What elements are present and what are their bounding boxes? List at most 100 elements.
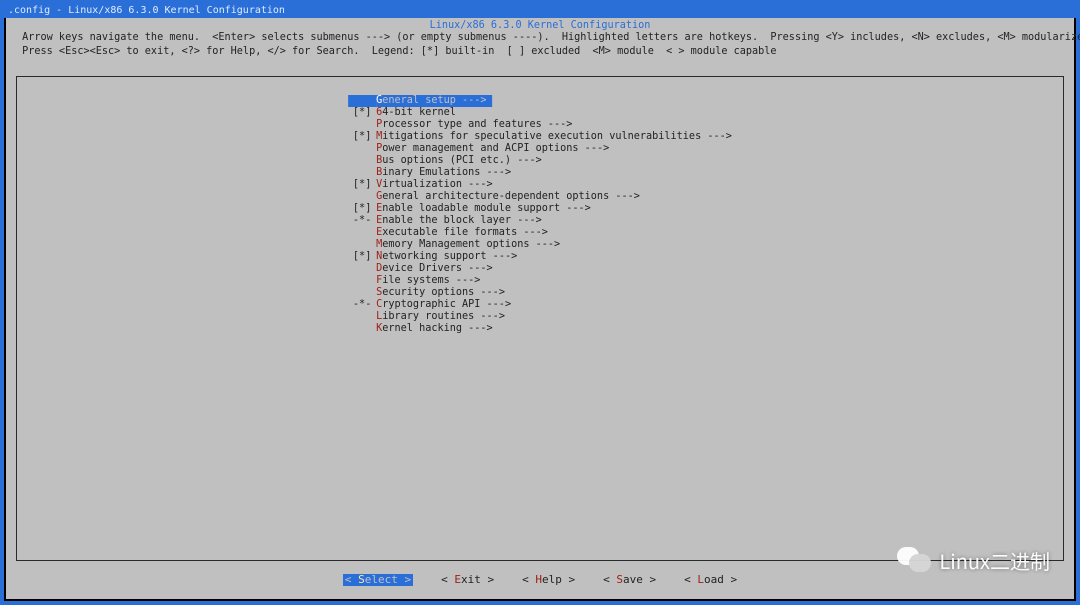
button-bar: < Select >< Exit >< Help >< Save >< Load… xyxy=(6,574,1074,587)
menu-item-15[interactable]: File systems ---> xyxy=(348,275,732,287)
menu-item-rest: ile systems xyxy=(382,275,449,286)
menu-item-label: General setup ---> xyxy=(376,95,492,107)
button-label-rest: ave xyxy=(623,573,650,586)
menu-item-label: Mitigations for speculative execution vu… xyxy=(376,131,732,143)
bracket-open-icon: < xyxy=(522,573,529,586)
window-titlebar: .config - Linux/x86 6.3.0 Kernel Configu… xyxy=(4,4,1076,18)
menu-item-16[interactable]: Security options ---> xyxy=(348,287,732,299)
menu-item-1[interactable]: [*] 64-bit kernel xyxy=(348,107,732,119)
menu-item-bracket xyxy=(348,155,376,167)
menu-item-rest: nable the block layer xyxy=(382,215,511,226)
menu-item-label: 64-bit kernel xyxy=(376,107,456,119)
menu-item-label: Binary Emulations ---> xyxy=(376,167,511,179)
menu-item-8[interactable]: General architecture-dependent options -… xyxy=(348,191,732,203)
menu-item-rest: emory Management options xyxy=(382,239,529,250)
bracket-close-icon: > xyxy=(405,573,412,586)
button-label-rest: elect xyxy=(365,573,405,586)
submenu-arrow-icon: ---> xyxy=(462,179,493,190)
bracket-open-icon: < xyxy=(345,573,352,586)
menu-item-label: Bus options (PCI etc.) ---> xyxy=(376,155,542,167)
menu-item-label: Executable file formats ---> xyxy=(376,227,548,239)
menu-item-bracket xyxy=(348,191,376,203)
menu-item-bracket: -*- xyxy=(348,299,376,311)
menu-item-3[interactable]: [*] Mitigations for speculative executio… xyxy=(348,131,732,143)
menu-item-9[interactable]: [*] Enable loadable module support ---> xyxy=(348,203,732,215)
menu-item-bracket: [*] xyxy=(348,107,376,119)
window-title-text: .config - Linux/x86 6.3.0 Kernel Configu… xyxy=(8,5,285,16)
submenu-arrow-icon: ---> xyxy=(474,311,505,322)
submenu-arrow-icon: ---> xyxy=(480,299,511,310)
menu-item-rest: ernel hacking xyxy=(382,323,462,334)
menu-item-13[interactable]: [*] Networking support ---> xyxy=(348,251,732,263)
menu-item-18[interactable]: Library routines ---> xyxy=(348,311,732,323)
menu-item-14[interactable]: Device Drivers ---> xyxy=(348,263,732,275)
menu-item-rest: etworking support xyxy=(382,251,486,262)
menu-item-label: Power management and ACPI options ---> xyxy=(376,143,609,155)
submenu-arrow-icon: ---> xyxy=(511,215,542,226)
menu-item-7[interactable]: [*] Virtualization ---> xyxy=(348,179,732,191)
menu-item-2[interactable]: Processor type and features ---> xyxy=(348,119,732,131)
button-xit[interactable]: < Exit > xyxy=(441,574,494,586)
menu-item-bracket xyxy=(348,95,376,107)
menu-item-label: Security options ---> xyxy=(376,287,505,299)
menu-item-19[interactable]: Kernel hacking ---> xyxy=(348,323,732,335)
menu-item-bracket xyxy=(348,167,376,179)
menu-item-bracket xyxy=(348,323,376,335)
submenu-arrow-icon: ---> xyxy=(609,191,640,202)
menu-frame: General setup --->[*] 64-bit kernel Proc… xyxy=(16,76,1064,561)
button-label-rest: xit xyxy=(461,573,488,586)
menu-item-rest: inary Emulations xyxy=(382,167,480,178)
menu-item-bracket xyxy=(348,119,376,131)
menu-item-bracket xyxy=(348,263,376,275)
menu-item-5[interactable]: Bus options (PCI etc.) ---> xyxy=(348,155,732,167)
bracket-open-icon: < xyxy=(603,573,610,586)
menu-item-rest: eneral architecture-dependent options xyxy=(382,191,609,202)
menu-item-4[interactable]: Power management and ACPI options ---> xyxy=(348,143,732,155)
menu-item-10[interactable]: -*- Enable the block layer ---> xyxy=(348,215,732,227)
button-elect[interactable]: < Select > xyxy=(343,574,413,586)
watermark: Linux二进制 xyxy=(897,547,1050,575)
menu-item-rest: us options (PCI etc.) xyxy=(382,155,511,166)
submenu-arrow-icon: ---> xyxy=(579,143,610,154)
submenu-arrow-icon: ---> xyxy=(474,287,505,298)
menu-item-label: Processor type and features ---> xyxy=(376,119,572,131)
menu-item-label: Cryptographic API ---> xyxy=(376,299,511,311)
menu-item-label: Enable the block layer ---> xyxy=(376,215,542,227)
menu-item-bracket: -*- xyxy=(348,215,376,227)
menu-item-11[interactable]: Executable file formats ---> xyxy=(348,227,732,239)
menu-item-bracket: [*] xyxy=(348,131,376,143)
menu-item-label: Kernel hacking ---> xyxy=(376,323,493,335)
menu-item-rest: ryptographic API xyxy=(382,299,480,310)
menu-item-label: Device Drivers ---> xyxy=(376,263,493,275)
button-hotkey: S xyxy=(616,573,623,586)
bracket-close-icon: > xyxy=(650,573,657,586)
menu-item-rest: ecurity options xyxy=(382,287,474,298)
bracket-open-icon: < xyxy=(441,573,448,586)
menu-item-bracket: [*] xyxy=(348,251,376,263)
menu-item-rest: evice Drivers xyxy=(382,263,462,274)
submenu-arrow-icon: ---> xyxy=(517,227,548,238)
bracket-close-icon: > xyxy=(569,573,576,586)
button-label-rest: oad xyxy=(704,573,731,586)
button-elp[interactable]: < Help > xyxy=(522,574,575,586)
button-oad[interactable]: < Load > xyxy=(684,574,737,586)
menu-item-bracket xyxy=(348,143,376,155)
menu-item-17[interactable]: -*- Cryptographic API ---> xyxy=(348,299,732,311)
submenu-arrow-icon: ---> xyxy=(456,95,487,106)
help-text-line-2: Press <Esc><Esc> to exit, <?> for Help, … xyxy=(16,46,1064,58)
bracket-close-icon: > xyxy=(731,573,738,586)
submenu-arrow-icon: ---> xyxy=(511,155,542,166)
menu-item-6[interactable]: Binary Emulations ---> xyxy=(348,167,732,179)
watermark-text: Linux二进制 xyxy=(939,555,1050,567)
menu-item-bracket xyxy=(348,239,376,251)
button-hotkey: H xyxy=(535,573,542,586)
menu-item-0[interactable]: General setup ---> xyxy=(348,95,732,107)
button-ave[interactable]: < Save > xyxy=(603,574,656,586)
menu-item-rest: rocessor type and features xyxy=(382,119,541,130)
button-label-rest: elp xyxy=(542,573,569,586)
menu-item-label: Memory Management options ---> xyxy=(376,239,560,251)
submenu-arrow-icon: ---> xyxy=(701,131,732,142)
menu-item-12[interactable]: Memory Management options ---> xyxy=(348,239,732,251)
menu-item-rest: 4-bit kernel xyxy=(382,107,456,118)
submenu-arrow-icon: ---> xyxy=(462,323,493,334)
